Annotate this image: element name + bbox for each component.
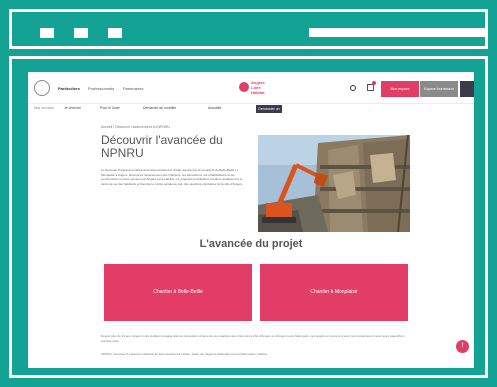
notification-badge (372, 81, 376, 85)
footer-paragraph: Depuis plus de 10 ans, Angers Loire Habi… (101, 334, 405, 343)
web-page: Particuliers Professionnels Partenaires … (28, 72, 474, 368)
page-title: Découvrir l'avancée du NPNRU (101, 133, 223, 160)
supplier-button[interactable]: Espace fournisseur (420, 81, 458, 97)
browser-window: Particuliers Professionnels Partenaires … (0, 0, 497, 387)
subnav-item[interactable]: Je cherche (64, 106, 81, 110)
quote-button[interactable]: Demander un devis (256, 105, 282, 119)
window-titlebar (9, 9, 488, 49)
logo-text-line: Habitat (251, 90, 265, 95)
window-control-icon[interactable] (40, 28, 54, 38)
subnav-lead: Nos services (34, 106, 55, 110)
window-control-icon[interactable] (74, 28, 88, 38)
menu-icon[interactable] (34, 80, 50, 96)
window-control-icon[interactable] (108, 28, 122, 38)
hamburger-button[interactable] (460, 81, 474, 97)
logo-icon (239, 82, 249, 92)
demolition-photo (258, 135, 410, 232)
nav-link-professionnels[interactable]: Professionnels (88, 86, 114, 91)
search-icon[interactable] (350, 85, 356, 91)
section-title: L'avancée du projet (199, 238, 303, 250)
belle-beille-card[interactable]: Chantier à Belle-Beille (104, 264, 252, 321)
monplaisir-card[interactable]: Chantier à Monplaisir (260, 264, 408, 321)
nav-link-partenaires[interactable]: Partenaires (123, 86, 143, 91)
footer-note: NPNRU: Nouveau Programme National de Ren… (101, 352, 268, 356)
subnav-item[interactable]: Pour le louer (100, 106, 120, 110)
subnav-item[interactable]: Demande de mobilité (143, 106, 176, 110)
intro-paragraph: Le Nouveau Programme National de Renouve… (101, 168, 243, 186)
site-logo[interactable]: Angers Loire Habitat (239, 78, 275, 98)
site-header: Particuliers Professionnels Partenaires … (28, 72, 474, 104)
breadcrumb[interactable]: Accueil / Découvrir l'avancement du NPNR… (101, 125, 170, 129)
address-bar[interactable] (309, 28, 487, 37)
nav-link-particuliers[interactable]: Particuliers (58, 86, 80, 91)
basket-icon[interactable] (367, 84, 374, 91)
account-button[interactable]: Mon espace (381, 81, 419, 97)
help-button[interactable]: ! (456, 340, 469, 353)
subnav-item[interactable]: Actualité (208, 106, 221, 110)
sub-navigation: Nos services Je cherche Pour le louer De… (28, 104, 474, 119)
